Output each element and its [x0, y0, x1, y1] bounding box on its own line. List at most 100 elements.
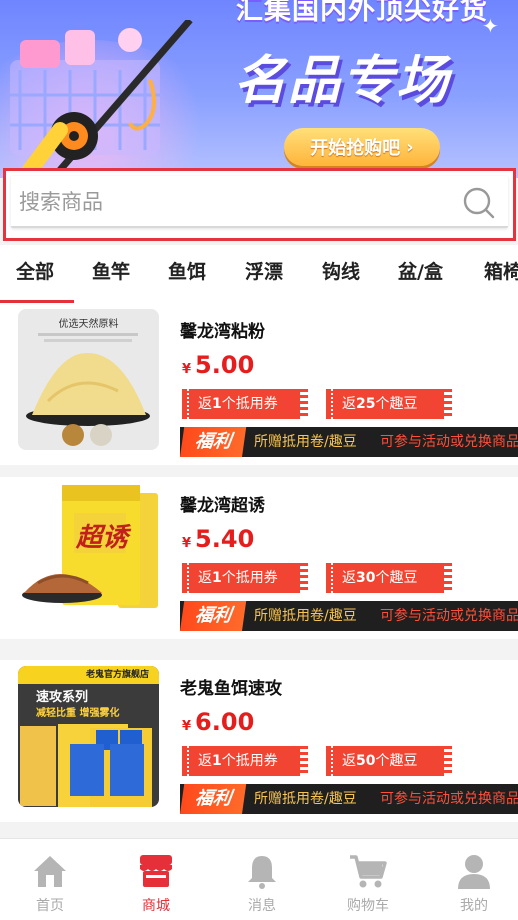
banner-title: 名品专场	[234, 51, 451, 111]
bait-bags-image	[20, 724, 152, 807]
coupon-prefix: 返	[342, 396, 356, 412]
coupon-count: 1	[212, 570, 222, 586]
banner-headline: 汇集国内外顶尖好货	[236, 0, 488, 26]
coupon-voucher: 返1个抵用券	[182, 389, 308, 419]
coupon-perforation	[187, 563, 189, 593]
bottom-tab-bar: 首页 商城 消息 购物车 我的	[0, 838, 518, 920]
coupon-prefix: 返	[198, 396, 212, 412]
tab-floats[interactable]: 浮漂	[245, 257, 283, 284]
welfare-strip: 福利 所赠抵用卷/趣豆 可参与活动或兑换商品	[180, 601, 518, 631]
cart-icon	[350, 855, 387, 888]
product-name[interactable]: 老鬼鱼饵速攻	[180, 674, 282, 699]
price-currency: ¥	[182, 719, 192, 734]
tab-hooks-lines[interactable]: 钩线	[322, 257, 360, 284]
product-price: ¥5.40	[182, 525, 254, 553]
coupon-perforation	[187, 389, 189, 419]
product-price: ¥5.00	[182, 351, 254, 379]
coupon-perforation	[331, 563, 333, 593]
search-input[interactable]	[19, 184, 459, 220]
tabbar-label: 商城	[142, 898, 170, 914]
price-value: 5.00	[195, 351, 255, 379]
bell-icon	[248, 856, 276, 889]
welfare-note: 可参与活动或兑换商品	[380, 791, 518, 807]
tab-rods[interactable]: 鱼竿	[92, 257, 130, 284]
app-root: 汇集国内外顶尖好货 名品专场 ✦ 开始抢购吧 › 全部 鱼竿 鱼饵 浮漂 钩线 …	[0, 0, 518, 920]
coupon-suffix: 个趣豆	[375, 753, 418, 769]
tabbar-item-profile[interactable]: 我的	[434, 851, 514, 915]
price-currency: ¥	[182, 362, 192, 377]
tabbar-item-shop[interactable]: 商城	[116, 851, 196, 915]
tabbar-label: 我的	[460, 898, 488, 914]
coupon-beans: 返25个趣豆	[326, 389, 452, 419]
tabbar-item-home[interactable]: 首页	[10, 851, 90, 915]
coupon-suffix: 个抵用券	[221, 753, 278, 769]
tab-boxes-chairs[interactable]: 箱椅	[484, 257, 518, 284]
product-thumbnail[interactable]: 超诱	[18, 483, 159, 624]
welfare-strip: 福利 所赠抵用卷/趣豆 可参与活动或兑换商品	[180, 784, 518, 814]
search-icon[interactable]	[462, 186, 496, 220]
coupon-voucher: 返1个抵用券	[182, 563, 308, 593]
coupon-count: 30	[356, 570, 376, 586]
tabbar-item-cart[interactable]: 购物车	[328, 851, 408, 915]
coupon-prefix: 返	[342, 570, 356, 586]
search-bar[interactable]	[11, 176, 508, 228]
fishing-cart-illustration	[10, 20, 193, 170]
coupon-suffix: 个趣豆	[375, 570, 418, 586]
product-thumbnail[interactable]: 优选天然原料	[18, 309, 159, 450]
category-tabs: 全部 鱼竿 鱼饵 浮漂 钩线 盆/盒 箱椅	[0, 245, 518, 303]
product-thumbnail[interactable]: 老鬼官方旗舰店 速攻系列 减轻比重 增强雾化	[18, 666, 159, 807]
coupon-beans: 返50个趣豆	[326, 746, 452, 776]
product-price: ¥6.00	[182, 708, 254, 736]
price-currency: ¥	[182, 536, 192, 551]
thumb-caption: 优选天然原料	[58, 319, 119, 330]
product-card[interactable]: 老鬼官方旗舰店 速攻系列 减轻比重 增强雾化 老鬼鱼饵速攻 ¥6.00 返1个抵…	[0, 660, 518, 822]
tab-bait[interactable]: 鱼饵	[168, 257, 206, 284]
tabbar-label: 消息	[248, 898, 276, 914]
product-card[interactable]: 优选天然原料 馨龙湾粘粉 ¥5.00 返1个抵用券 返25个趣豆 福利 所赠抵用…	[0, 303, 518, 465]
product-name[interactable]: 馨龙湾超诱	[180, 491, 265, 516]
welfare-tag: 福利	[180, 784, 247, 814]
thumb-store: 老鬼官方旗舰店	[18, 666, 159, 684]
product-card[interactable]: 超诱 馨龙湾超诱 ¥5.40 返1个抵用券 返30个趣豆 福利 所赠抵用卷/趣豆…	[0, 477, 518, 639]
coupon-count: 50	[356, 753, 376, 769]
flour-bowl-image	[26, 333, 150, 446]
promo-banner[interactable]: 汇集国内外顶尖好货 名品专场 ✦ 开始抢购吧 ›	[0, 0, 518, 178]
cta-label: 开始抢购吧	[310, 138, 401, 159]
user-icon	[458, 855, 490, 889]
chevron-right-icon: ›	[406, 136, 414, 158]
product-name[interactable]: 馨龙湾粘粉	[180, 317, 265, 342]
tabbar-item-messages[interactable]: 消息	[222, 851, 302, 915]
coupon-perforation	[331, 746, 333, 776]
welfare-desc: 所赠抵用卷/趣豆	[254, 791, 357, 807]
welfare-tag: 福利	[180, 427, 247, 457]
tab-basins-boxes[interactable]: 盆/盒	[398, 257, 443, 284]
coupon-prefix: 返	[198, 570, 212, 586]
welfare-note: 可参与活动或兑换商品	[380, 434, 518, 450]
welfare-desc: 所赠抵用卷/趣豆	[254, 434, 357, 450]
coupon-beans: 返30个趣豆	[326, 563, 452, 593]
sparkle-icon: ✦	[482, 14, 499, 38]
thumb-caption: 速攻系列	[36, 690, 89, 705]
coupon-count: 1	[212, 396, 222, 412]
start-shopping-button[interactable]: 开始抢购吧 ›	[284, 128, 440, 166]
welfare-tag: 福利	[180, 601, 247, 631]
coupon-suffix: 个趣豆	[375, 396, 418, 412]
welfare-note: 可参与活动或兑换商品	[380, 608, 518, 624]
tab-all[interactable]: 全部	[16, 257, 54, 284]
thumb-caption: 超诱	[76, 523, 129, 553]
tabbar-label: 首页	[36, 898, 64, 914]
coupon-perforation	[187, 746, 189, 776]
coupon-prefix: 返	[198, 753, 212, 769]
price-value: 5.40	[195, 525, 255, 553]
coupon-suffix: 个抵用券	[221, 570, 278, 586]
coupon-count: 1	[212, 753, 222, 769]
tabbar-label: 购物车	[347, 898, 389, 914]
home-icon	[34, 856, 66, 887]
welfare-strip: 福利 所赠抵用卷/趣豆 可参与活动或兑换商品	[180, 427, 518, 457]
coupon-perforation	[331, 389, 333, 419]
coupon-count: 25	[356, 396, 376, 412]
coupon-voucher: 返1个抵用券	[182, 746, 308, 776]
coupon-suffix: 个抵用券	[221, 396, 278, 412]
welfare-desc: 所赠抵用卷/趣豆	[254, 608, 357, 624]
coupon-prefix: 返	[342, 753, 356, 769]
